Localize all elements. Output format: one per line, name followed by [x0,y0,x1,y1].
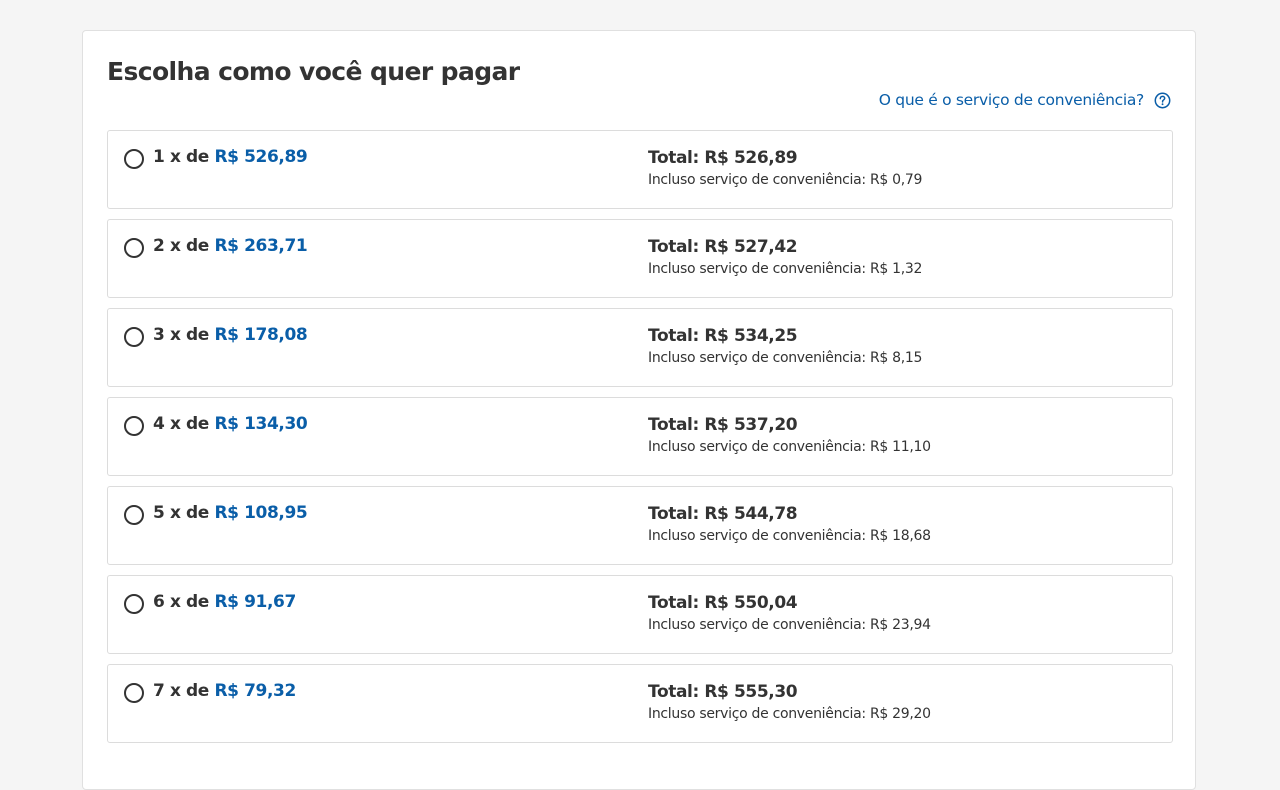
convenience-service-link[interactable]: O que é o serviço de conveniência? [879,91,1145,109]
page-title: Escolha como você quer pagar [107,57,520,86]
option-totals: Total: R$ 555,30 Incluso serviço de conv… [648,681,931,725]
payment-options-card: Escolha como você quer pagar O que é o s… [82,30,1196,790]
installment-summary: 3 x de R$ 178,08 [153,325,308,345]
installment-option-5[interactable]: 5 x de R$ 108,95 Total: R$ 544,78 Inclus… [107,486,1173,565]
installment-summary: 2 x de R$ 263,71 [153,236,308,256]
installment-amount: R$ 526,89 [214,147,308,167]
total-amount: Total: R$ 534,25 [648,326,798,346]
installment-count: 4 x de [153,414,209,434]
total-amount: Total: R$ 526,89 [648,148,798,168]
convenience-fee: Incluso serviço de conveniência: R$ 11,1… [648,439,931,455]
installment-summary: 4 x de R$ 134,30 [153,414,308,434]
option-totals: Total: R$ 537,20 Incluso serviço de conv… [648,414,931,458]
installment-amount: R$ 178,08 [214,325,308,345]
radio-button[interactable] [124,327,144,347]
installment-count: 6 x de [153,592,209,612]
radio-button[interactable] [124,594,144,614]
question-circle-icon[interactable] [1154,92,1171,109]
convenience-fee: Incluso serviço de conveniência: R$ 1,32 [648,261,923,277]
convenience-fee: Incluso serviço de conveniência: R$ 18,6… [648,528,931,544]
radio-button[interactable] [124,238,144,258]
radio-button[interactable] [124,505,144,525]
installment-amount: R$ 134,30 [214,414,308,434]
installment-summary: 1 x de R$ 526,89 [153,147,308,167]
installment-option-3[interactable]: 3 x de R$ 178,08 Total: R$ 534,25 Inclus… [107,308,1173,387]
total-amount: Total: R$ 527,42 [648,237,798,257]
option-totals: Total: R$ 544,78 Incluso serviço de conv… [648,503,931,547]
radio-button[interactable] [124,683,144,703]
total-amount: Total: R$ 550,04 [648,593,798,613]
convenience-fee: Incluso serviço de conveniência: R$ 0,79 [648,172,923,188]
installment-count: 3 x de [153,325,209,345]
total-amount: Total: R$ 555,30 [648,682,798,702]
installment-count: 5 x de [153,503,209,523]
total-amount: Total: R$ 544,78 [648,504,798,524]
installment-options-list: 1 x de R$ 526,89 Total: R$ 526,89 Inclus… [107,130,1173,753]
option-totals: Total: R$ 526,89 Incluso serviço de conv… [648,147,922,191]
installment-count: 1 x de [153,147,209,167]
installment-amount: R$ 79,32 [214,681,296,701]
option-totals: Total: R$ 527,42 Incluso serviço de conv… [648,236,922,280]
installment-option-2[interactable]: 2 x de R$ 263,71 Total: R$ 527,42 Inclus… [107,219,1173,298]
installment-summary: 6 x de R$ 91,67 [153,592,296,612]
convenience-fee: Incluso serviço de conveniência: R$ 29,2… [648,706,931,722]
radio-button[interactable] [124,149,144,169]
installment-count: 7 x de [153,681,209,701]
convenience-fee: Incluso serviço de conveniência: R$ 23,9… [648,617,931,633]
installment-option-4[interactable]: 4 x de R$ 134,30 Total: R$ 537,20 Inclus… [107,397,1173,476]
option-totals: Total: R$ 550,04 Incluso serviço de conv… [648,592,931,636]
installment-count: 2 x de [153,236,209,256]
installment-amount: R$ 108,95 [214,503,308,523]
installment-summary: 7 x de R$ 79,32 [153,681,296,701]
installment-option-6[interactable]: 6 x de R$ 91,67 Total: R$ 550,04 Incluso… [107,575,1173,654]
option-totals: Total: R$ 534,25 Incluso serviço de conv… [648,325,922,369]
installment-option-7[interactable]: 7 x de R$ 79,32 Total: R$ 555,30 Incluso… [107,664,1173,743]
installment-summary: 5 x de R$ 108,95 [153,503,308,523]
installment-option-1[interactable]: 1 x de R$ 526,89 Total: R$ 526,89 Inclus… [107,130,1173,209]
installment-amount: R$ 263,71 [214,236,308,256]
installment-amount: R$ 91,67 [214,592,296,612]
convenience-help: O que é o serviço de conveniência? [879,91,1171,109]
total-amount: Total: R$ 537,20 [648,415,798,435]
radio-button[interactable] [124,416,144,436]
convenience-fee: Incluso serviço de conveniência: R$ 8,15 [648,350,923,366]
